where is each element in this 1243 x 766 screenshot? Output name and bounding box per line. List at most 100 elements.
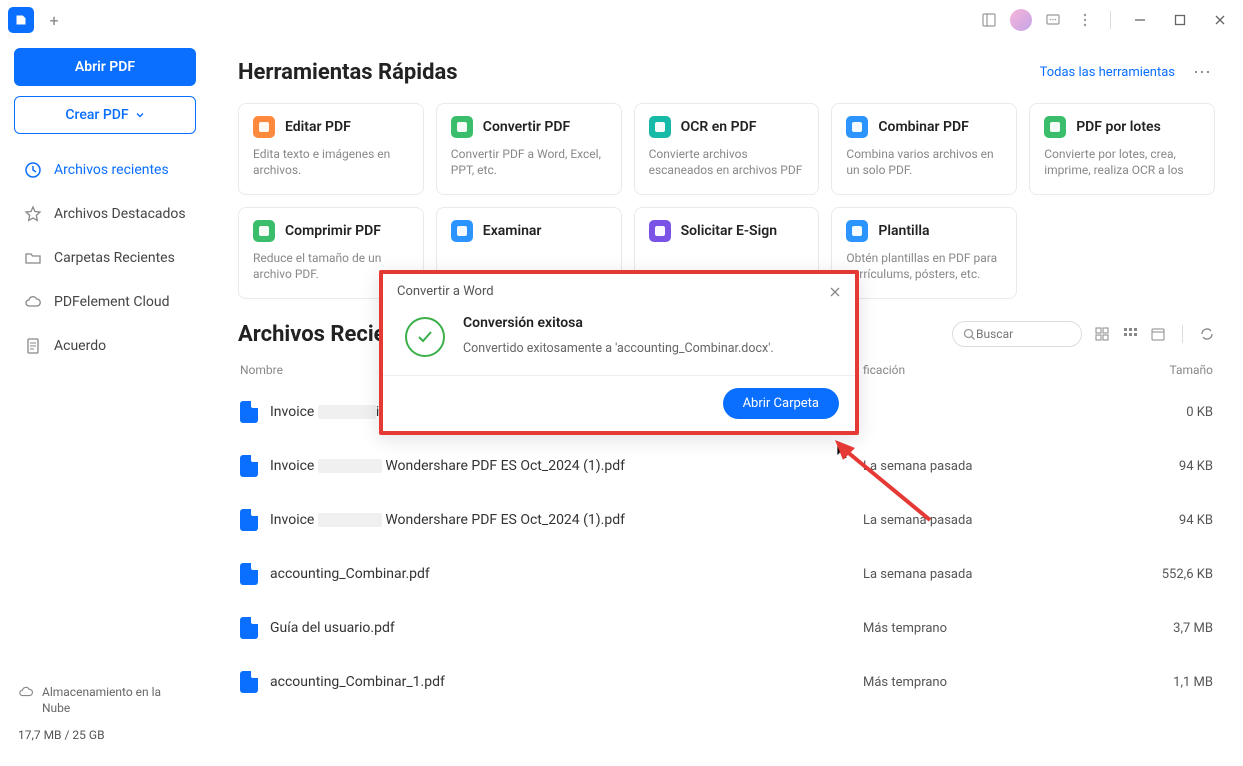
file-row[interactable]: Invoice Wondershare PDF ES Oct_2024 (1).…	[238, 493, 1215, 547]
user-avatar[interactable]	[1010, 9, 1032, 31]
cloud-icon	[24, 293, 42, 311]
dialog-body: Conversión exitosa Convertido exitosamen…	[383, 309, 855, 375]
sidebar-item-label: Archivos recientes	[54, 162, 169, 178]
tool-icon	[1044, 116, 1066, 138]
dialog-close-button[interactable]	[829, 286, 841, 298]
divider	[1110, 11, 1111, 29]
tool-icon	[846, 220, 868, 242]
document-icon	[24, 337, 42, 355]
quick-tools-header: Herramientas Rápidas Todas las herramien…	[238, 60, 1215, 85]
pdf-file-icon	[240, 563, 258, 585]
file-row[interactable]: Invoice Wondershare PDF ES Oct_2024 (1).…	[238, 439, 1215, 493]
tool-title: Editar PDF	[285, 119, 351, 135]
tool-title: Plantilla	[878, 223, 929, 239]
dialog-message: Conversión exitosa Convertido exitosamen…	[463, 315, 774, 356]
search-input[interactable]	[976, 327, 1071, 341]
search-icon	[963, 328, 976, 341]
pdf-file-icon	[240, 455, 258, 477]
tool-title: Convertir PDF	[483, 119, 570, 135]
calendar-icon[interactable]	[1150, 326, 1166, 342]
more-vertical-icon[interactable]	[1074, 9, 1096, 31]
file-modified: La semana pasada	[863, 567, 1133, 582]
dialog-titlebar: Convertir a Word	[383, 274, 855, 309]
pdf-file-icon	[240, 509, 258, 531]
clock-icon	[24, 161, 42, 179]
tool-desc: Convierte por lotes, crea, imprime, real…	[1044, 146, 1200, 178]
cloud-icon	[18, 684, 34, 700]
file-name: Invoice Wondershare PDF ES Oct_2024 (1).…	[240, 509, 863, 531]
sidebar-item-starred[interactable]: Archivos Destacados	[14, 192, 196, 236]
sidebar: Abrir PDF Crear PDF Archivos recientes A…	[0, 40, 210, 766]
tool-card[interactable]: Convertir PDF Convertir PDF a Word, Exce…	[436, 103, 622, 195]
tool-icon	[846, 116, 868, 138]
chevron-down-icon	[135, 110, 145, 120]
column-modified: ficación	[863, 363, 1133, 377]
star-icon	[24, 205, 42, 223]
create-pdf-label: Crear PDF	[65, 107, 128, 123]
file-size: 552,6 KB	[1133, 567, 1213, 582]
tool-title: OCR en PDF	[681, 119, 757, 135]
tool-title: Combinar PDF	[878, 119, 968, 135]
dialog-title: Convertir a Word	[397, 284, 494, 299]
sidebar-item-recent-files[interactable]: Archivos recientes	[14, 148, 196, 192]
tool-icon	[649, 116, 671, 138]
tool-card[interactable]: PDF por lotes Convierte por lotes, crea,…	[1029, 103, 1215, 195]
success-check-icon	[405, 317, 445, 357]
tool-card[interactable]: Combinar PDF Combina varios archivos en …	[831, 103, 1017, 195]
storage-label: Almacenamiento en la Nube	[42, 684, 192, 716]
panel-icon[interactable]	[978, 9, 1000, 31]
minimize-button[interactable]	[1125, 5, 1155, 35]
list-view-icon[interactable]	[1094, 326, 1110, 342]
dialog-text: Convertido exitosamente a 'accounting_Co…	[463, 341, 774, 356]
tool-card[interactable]: OCR en PDF Convierte archivos escaneados…	[634, 103, 820, 195]
recent-tools	[952, 321, 1215, 347]
sidebar-item-folders[interactable]: Carpetas Recientes	[14, 236, 196, 280]
column-size: Tamaño	[1133, 363, 1213, 377]
sidebar-item-label: PDFelement Cloud	[54, 294, 169, 310]
file-row[interactable]: accounting_Combinar_1.pdf Más temprano 1…	[238, 655, 1215, 709]
feedback-icon[interactable]	[1042, 9, 1064, 31]
sidebar-item-label: Archivos Destacados	[54, 206, 186, 222]
pdf-file-icon	[240, 401, 258, 423]
pdf-file-icon	[240, 671, 258, 693]
tool-desc: Combina varios archivos en un solo PDF.	[846, 146, 1002, 178]
tool-title: Comprimir PDF	[285, 223, 381, 239]
file-size: 94 KB	[1133, 513, 1213, 528]
refresh-icon[interactable]	[1199, 326, 1215, 342]
tool-icon	[451, 220, 473, 242]
sidebar-item-cloud[interactable]: PDFelement Cloud	[14, 280, 196, 324]
open-pdf-button[interactable]: Abrir PDF	[14, 48, 196, 86]
storage-row[interactable]: Almacenamiento en la Nube	[18, 684, 192, 716]
folder-icon	[24, 249, 42, 267]
more-horizontal-icon[interactable]: ⋯	[1189, 62, 1215, 83]
quick-tools-title: Herramientas Rápidas	[238, 60, 458, 85]
close-button[interactable]	[1205, 5, 1235, 35]
file-name: accounting_Combinar_1.pdf	[240, 671, 863, 693]
all-tools-link[interactable]: Todas las herramientas	[1040, 65, 1175, 80]
tool-desc: Convertir PDF a Word, Excel, PPT, etc.	[451, 146, 607, 178]
quick-tools-actions: Todas las herramientas ⋯	[1040, 62, 1215, 83]
conversion-dialog: Convertir a Word Conversión exitosa Conv…	[379, 270, 859, 435]
file-size: 94 KB	[1133, 459, 1213, 474]
tool-icon	[253, 116, 275, 138]
tool-desc: Convierte archivos escaneados en archivo…	[649, 146, 805, 178]
file-row[interactable]: Guía del usuario.pdf Más temprano 3,7 MB	[238, 601, 1215, 655]
app-logo	[8, 7, 34, 33]
storage-quota: 17,7 MB / 25 GB	[18, 728, 192, 742]
titlebar-right	[978, 5, 1235, 35]
new-tab-button[interactable]: +	[42, 8, 66, 32]
search-box[interactable]	[952, 321, 1082, 347]
open-folder-button[interactable]: Abrir Carpeta	[723, 388, 839, 419]
tool-title: PDF por lotes	[1076, 119, 1161, 135]
grid-view-icon[interactable]	[1122, 326, 1138, 342]
tool-card[interactable]: Editar PDF Edita texto e imágenes en arc…	[238, 103, 424, 195]
dialog-footer: Abrir Carpeta	[383, 375, 855, 431]
create-pdf-button[interactable]: Crear PDF	[14, 96, 196, 134]
maximize-button[interactable]	[1165, 5, 1195, 35]
file-name: Invoice Wondershare PDF ES Oct_2024 (1).…	[240, 455, 863, 477]
sidebar-item-agreement[interactable]: Acuerdo	[14, 324, 196, 368]
file-modified: La semana pasada	[863, 459, 1133, 474]
sidebar-item-label: Carpetas Recientes	[54, 250, 175, 266]
tool-card[interactable]: Plantilla Obtén plantillas en PDF para c…	[831, 207, 1017, 299]
file-row[interactable]: accounting_Combinar.pdf La semana pasada…	[238, 547, 1215, 601]
